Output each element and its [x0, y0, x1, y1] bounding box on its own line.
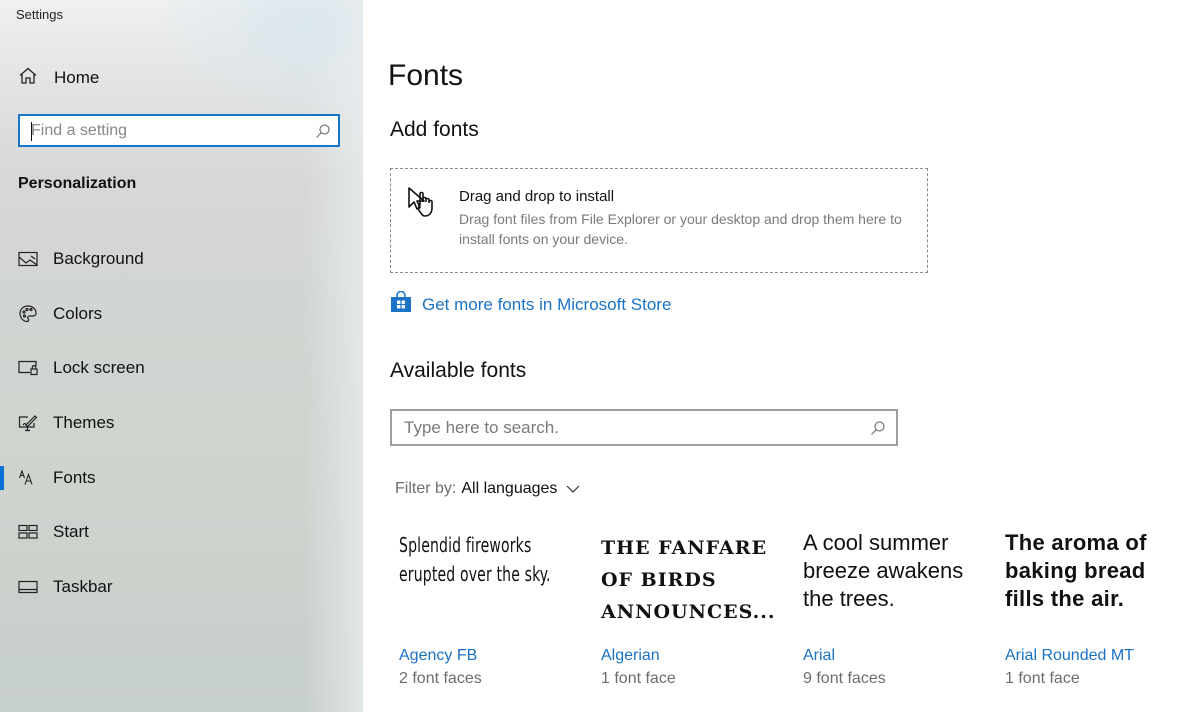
search-icon[interactable]	[860, 420, 896, 436]
font-name: Arial Rounded MT	[1005, 647, 1134, 664]
font-card-agency-fb[interactable]: Splendid fireworks erupted over the sky.…	[399, 528, 589, 698]
sidebar-item-label: Background	[53, 249, 144, 269]
find-setting-input[interactable]	[20, 116, 308, 145]
fonts-icon	[18, 468, 38, 488]
font-drop-zone[interactable]: Drag and drop to install Drag font files…	[390, 168, 928, 273]
dropzone-title: Drag and drop to install	[459, 188, 615, 205]
home-icon	[18, 66, 38, 91]
font-face-count: 2 font faces	[399, 670, 482, 687]
start-icon	[18, 522, 38, 542]
font-card-arial-rounded-mt[interactable]: The aroma of baking bread fills the air.…	[1005, 528, 1195, 698]
sidebar-item-home[interactable]: Home	[18, 66, 99, 90]
chevron-down-icon	[566, 480, 580, 498]
sidebar-item-lock-screen[interactable]: Lock screen	[0, 341, 363, 396]
text-caret	[31, 122, 32, 141]
sidebar-item-label: Taskbar	[53, 576, 113, 596]
add-fonts-heading: Add fonts	[390, 118, 479, 141]
page-title: Fonts	[388, 59, 464, 92]
sidebar: Settings Home Personalization Backgr	[0, 0, 363, 712]
font-card-arial[interactable]: A cool summer breeze awakens the trees. …	[803, 528, 993, 698]
font-face-count: 9 font faces	[803, 670, 886, 687]
find-setting-search[interactable]	[18, 114, 340, 147]
drag-hand-icon	[406, 185, 446, 224]
sidebar-item-background[interactable]: Background	[0, 232, 363, 287]
home-label: Home	[54, 68, 100, 87]
store-link-label: Get more fonts in Microsoft Store	[422, 294, 672, 314]
sidebar-item-colors[interactable]: Colors	[0, 287, 363, 342]
lock-screen-icon	[18, 358, 38, 378]
sidebar-item-taskbar[interactable]: Taskbar	[0, 560, 363, 615]
sidebar-item-start[interactable]: Start	[0, 505, 363, 560]
sidebar-item-label: Themes	[53, 413, 115, 433]
filter-value: All languages	[461, 480, 558, 497]
font-face-count: 1 font face	[601, 670, 676, 687]
available-fonts-heading: Available fonts	[390, 359, 527, 382]
font-sample: The fanfare of birds announces...	[601, 537, 776, 623]
font-sample: A cool summer breeze awakens the trees.	[803, 530, 964, 611]
section-label-personalization: Personalization	[18, 175, 137, 192]
main-content: Fonts Add fonts Drag and drop to install…	[363, 0, 1200, 712]
sidebar-item-label: Fonts	[53, 467, 96, 487]
taskbar-icon	[18, 577, 38, 597]
palette-icon	[18, 304, 38, 324]
sidebar-item-themes[interactable]: Themes	[0, 396, 363, 451]
search-icon[interactable]	[308, 123, 338, 139]
filter-label: Filter by:	[395, 480, 457, 497]
font-face-count: 1 font face	[1005, 670, 1080, 687]
store-bag-icon	[390, 290, 412, 318]
sidebar-item-label: Colors	[53, 303, 103, 323]
font-sample: The aroma of baking bread fills the air.	[1005, 530, 1147, 611]
active-indicator	[0, 465, 4, 490]
font-name: Arial	[803, 647, 836, 664]
picture-icon	[18, 249, 38, 269]
sidebar-item-fonts[interactable]: Fonts	[0, 450, 363, 505]
sidebar-item-label: Start	[53, 522, 89, 542]
language-filter-dropdown[interactable]: Filter by: All languages	[395, 480, 580, 498]
font-name: Agency FB	[399, 647, 478, 664]
themes-icon	[18, 413, 38, 433]
font-card-algerian[interactable]: The fanfare of birds announces... Algeri…	[601, 528, 791, 698]
dropzone-description: Drag font files from File Explorer or yo…	[459, 211, 902, 247]
sidebar-nav: Background Colors Lock screen Themes Fon…	[0, 232, 363, 614]
font-search-input[interactable]	[392, 411, 860, 444]
font-name: Algerian	[601, 647, 660, 664]
font-sample: Splendid fireworks erupted over the sky.	[399, 533, 551, 586]
microsoft-store-link[interactable]: Get more fonts in Microsoft Store	[390, 290, 672, 318]
app-title: Settings	[16, 7, 63, 22]
sidebar-item-label: Lock screen	[53, 358, 145, 378]
font-search[interactable]	[390, 409, 898, 446]
